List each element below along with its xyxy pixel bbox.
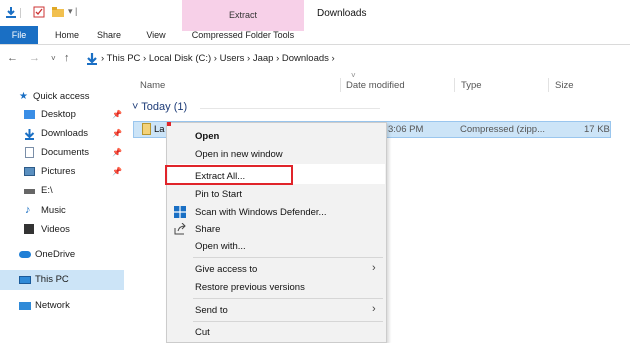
menu-item-give-access[interactable]: Give access to — [195, 264, 257, 275]
sidebar-item-e-drive[interactable]: E:\ — [0, 181, 124, 200]
sort-chevron-icon: ˅ — [351, 71, 356, 80]
column-header-date-modified[interactable]: Date modified — [346, 80, 405, 91]
tab-share[interactable]: Share — [90, 26, 128, 44]
star-icon: ★ — [19, 91, 28, 102]
folder-arrow-icon — [5, 6, 17, 18]
new-folder-icon[interactable] — [52, 6, 64, 18]
sidebar-item-quick-access[interactable]: ★ Quick access — [0, 87, 124, 106]
file-size: 17 KB — [584, 124, 610, 135]
menu-item-pin-to-start[interactable]: Pin to Start — [195, 189, 242, 200]
pin-icon[interactable]: 📌 — [112, 162, 122, 181]
videos-icon — [24, 224, 34, 234]
sidebar-item-downloads[interactable]: Downloads 📌 — [0, 124, 124, 143]
menu-item-send-to[interactable]: Send to — [195, 305, 228, 316]
share-icon — [174, 222, 186, 235]
tab-view[interactable]: View — [137, 26, 175, 44]
properties-icon[interactable] — [33, 6, 45, 18]
column-header-size[interactable]: Size — [555, 80, 573, 91]
sidebar-item-videos[interactable]: Videos — [0, 220, 124, 239]
quick-toolbar-dropdown[interactable]: ▾ | — [68, 6, 77, 17]
column-header-type[interactable]: Type — [461, 80, 482, 91]
submenu-chevron-icon: › — [372, 303, 376, 315]
sidebar-item-label: This PC — [35, 274, 69, 285]
group-collapse-chevron-icon[interactable]: ˅ — [132, 101, 141, 113]
divider — [20, 8, 21, 18]
downloads-location-icon — [86, 52, 98, 68]
address-bar[interactable]: › This PC › Local Disk (C:) › Users › Ja… — [101, 49, 630, 69]
windows-defender-icon — [174, 206, 186, 218]
sidebar-item-label: Pictures — [41, 166, 76, 177]
group-header-today[interactable]: ˅ Today (1) — [132, 101, 187, 113]
pin-icon[interactable]: 📌 — [112, 143, 122, 162]
up-arrow-icon[interactable]: ↑ — [64, 52, 70, 64]
menu-separator — [193, 298, 383, 299]
music-icon: ♪ — [25, 204, 31, 216]
sidebar-item-onedrive[interactable]: OneDrive — [0, 245, 124, 264]
column-divider[interactable] — [340, 78, 341, 92]
column-header-name[interactable]: Name — [140, 80, 165, 91]
sidebar-item-label: OneDrive — [35, 249, 76, 260]
ribbon-divider — [0, 44, 630, 45]
cursor-marker — [167, 122, 171, 126]
tab-file[interactable]: File — [0, 26, 38, 44]
sidebar-item-label: Quick access — [33, 91, 90, 102]
sidebar-item-label: Videos — [41, 224, 70, 235]
menu-item-restore-versions[interactable]: Restore previous versions — [195, 282, 305, 293]
tab-compressed-folder-tools[interactable]: Compressed Folder Tools — [182, 26, 304, 44]
pictures-icon — [24, 167, 35, 176]
menu-separator — [193, 321, 383, 322]
sidebar-item-label: Documents — [41, 147, 90, 158]
menu-item-open[interactable]: Open — [195, 131, 219, 142]
sidebar-item-label: Desktop — [41, 109, 76, 120]
sidebar-item-label: Music — [41, 205, 66, 216]
cloud-icon — [19, 251, 31, 258]
title-bar — [0, 0, 630, 26]
forward-arrow-icon[interactable]: → — [29, 52, 40, 64]
zip-file-icon — [142, 123, 151, 135]
pin-icon[interactable]: 📌 — [112, 105, 122, 124]
file-name[interactable]: La — [154, 124, 165, 135]
sidebar-item-music[interactable]: ♪ Music — [0, 201, 124, 220]
sidebar-item-label: Network — [35, 300, 70, 311]
sidebar-item-label: E:\ — [41, 185, 53, 196]
file-type: Compressed (zipp... — [460, 124, 546, 135]
menu-item-open-with[interactable]: Open with... — [195, 241, 246, 252]
computer-icon — [19, 276, 31, 284]
column-divider[interactable] — [548, 78, 549, 92]
window-title: Downloads — [317, 8, 367, 19]
contextual-tab-title: Extract — [228, 10, 257, 20]
sidebar-item-pictures[interactable]: Pictures 📌 — [0, 162, 124, 181]
column-divider[interactable] — [454, 78, 455, 92]
menu-item-scan-defender[interactable]: Scan with Windows Defender... — [195, 207, 326, 218]
menu-separator — [193, 257, 383, 258]
menu-item-cut[interactable]: Cut — [195, 327, 210, 338]
tab-home[interactable]: Home — [48, 26, 86, 44]
menu-item-share[interactable]: Share — [195, 224, 220, 235]
sidebar-item-label: Downloads — [41, 128, 88, 139]
group-label: Today (1) — [141, 101, 188, 113]
sidebar-item-this-pc[interactable]: This PC — [0, 270, 124, 290]
sidebar-item-documents[interactable]: Documents 📌 — [0, 143, 124, 162]
menu-item-open-new-window[interactable]: Open in new window — [195, 149, 283, 160]
group-divider — [200, 108, 380, 109]
red-highlight-box — [165, 165, 293, 185]
sidebar-item-network[interactable]: Network — [0, 296, 124, 315]
desktop-icon — [24, 110, 35, 119]
documents-icon — [25, 147, 34, 158]
back-arrow-icon[interactable]: ← — [7, 52, 18, 64]
recent-chevron-down-icon[interactable]: ˅ — [51, 54, 56, 63]
drive-icon — [24, 189, 35, 194]
sidebar-item-desktop[interactable]: Desktop 📌 — [0, 105, 124, 124]
pin-icon[interactable]: 📌 — [112, 124, 122, 143]
file-date-modified: 3:06 PM — [388, 124, 424, 135]
network-icon — [19, 302, 31, 310]
submenu-chevron-icon: › — [372, 262, 376, 274]
